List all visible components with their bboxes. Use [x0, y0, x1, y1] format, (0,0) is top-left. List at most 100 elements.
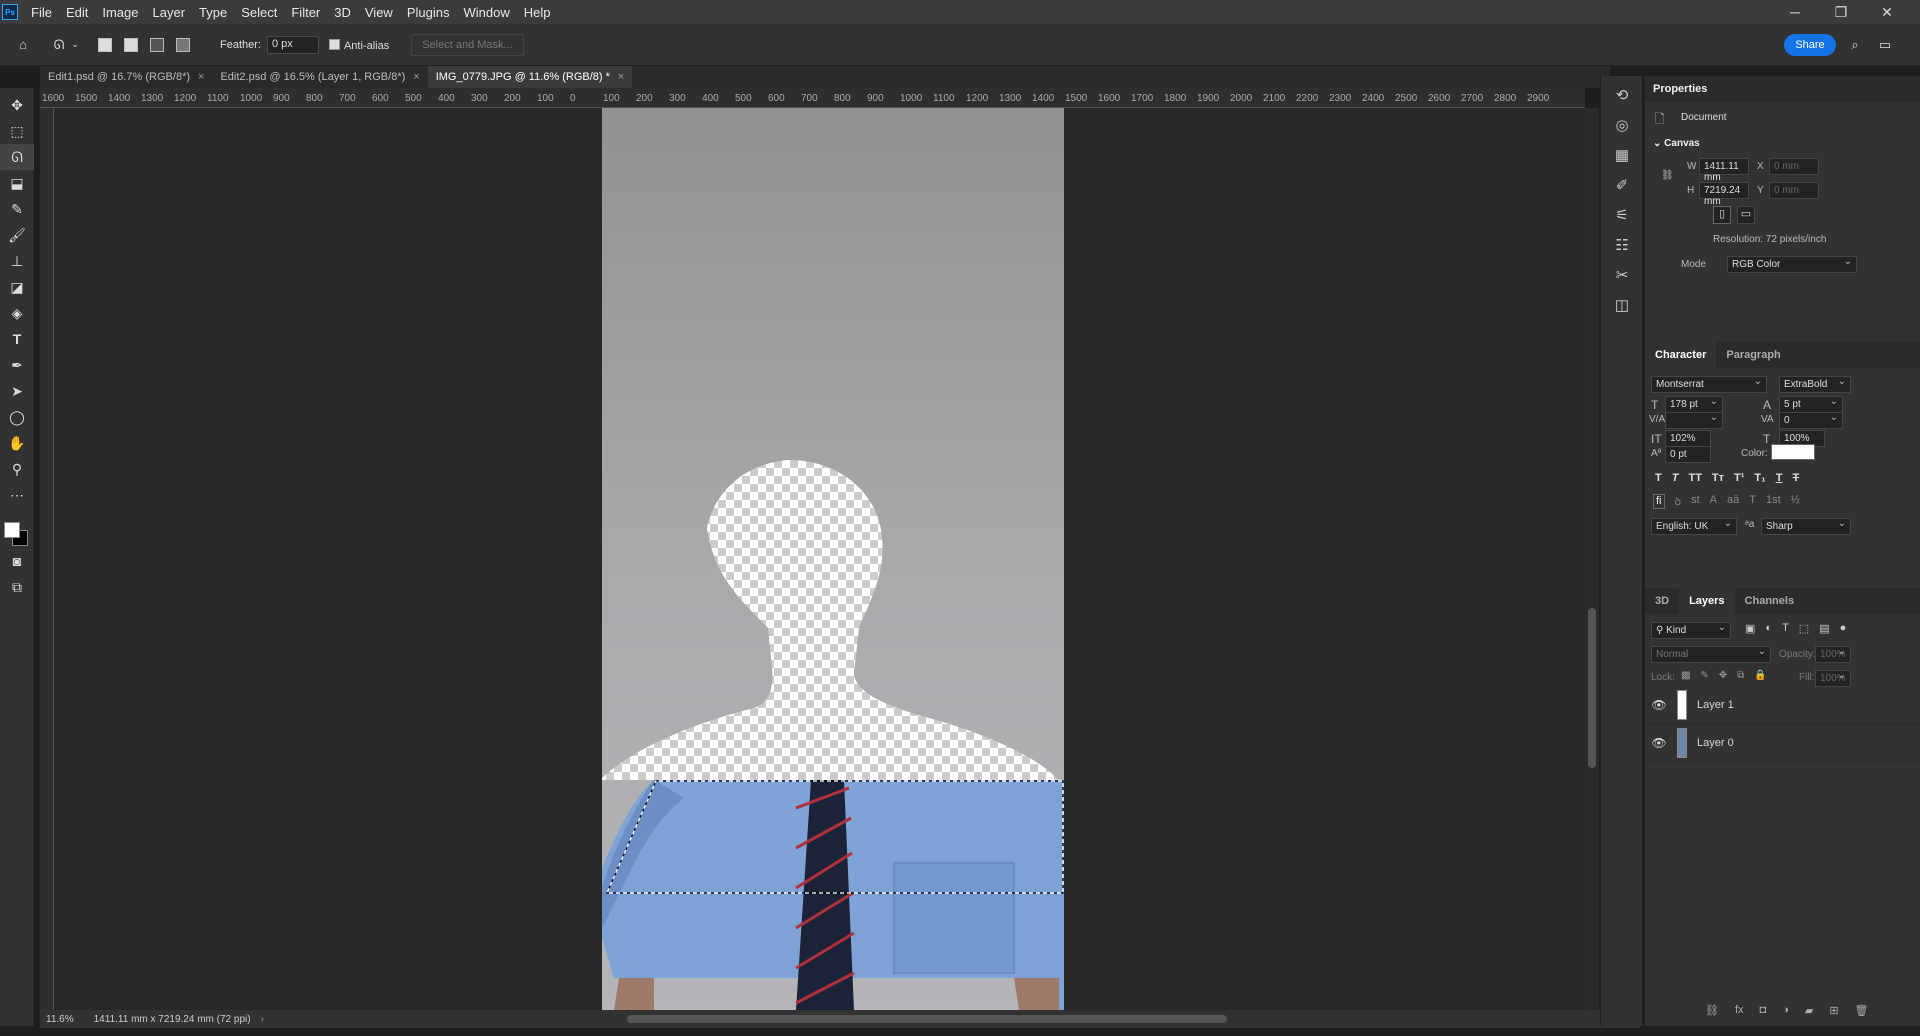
subscript-icon[interactable]: T₁	[1754, 472, 1765, 484]
titling-icon[interactable]: A	[1710, 494, 1717, 509]
intersect-selection-icon[interactable]	[176, 37, 190, 52]
lasso-tool-preset-icon[interactable]: ᘏ	[48, 34, 70, 56]
opacity-input[interactable]: 100%	[1815, 646, 1851, 663]
bucket-tool-icon[interactable]: ◈	[0, 300, 34, 326]
marquee-tool-icon[interactable]: ⬚	[0, 118, 34, 144]
lock-paint-icon[interactable]: ✎	[1700, 670, 1708, 681]
faux-italic-icon[interactable]: T	[1672, 472, 1679, 484]
new-adjustment-icon[interactable]: ◑	[1782, 1004, 1789, 1017]
type-tool-icon[interactable]: T	[0, 326, 34, 352]
portrait-orientation-icon[interactable]: ▯	[1713, 206, 1731, 224]
link-icon[interactable]: ⛓	[1661, 170, 1674, 181]
leading-input[interactable]: 5 pt	[1779, 396, 1843, 413]
fill-input[interactable]: 100%	[1815, 670, 1851, 687]
visibility-eye-icon[interactable]: 👁	[1645, 736, 1673, 750]
menu-file[interactable]: File	[24, 5, 59, 20]
canvas-area[interactable]	[54, 108, 1585, 1010]
width-input[interactable]: 1411.11 mm	[1699, 158, 1749, 183]
search-icon[interactable]: ⌕	[1844, 34, 1866, 56]
kerning-input[interactable]	[1665, 412, 1723, 429]
menu-type[interactable]: Type	[192, 5, 234, 20]
pixel-filter-icon[interactable]: ▣	[1745, 622, 1755, 635]
superscript-icon[interactable]: T¹	[1734, 472, 1744, 484]
tab-3d[interactable]: 3D	[1645, 588, 1679, 614]
antialias-select[interactable]: Sharp	[1761, 518, 1851, 535]
font-style-select[interactable]: ExtraBold	[1779, 376, 1851, 393]
move-tool-icon[interactable]: ✥	[0, 92, 34, 118]
menu-help[interactable]: Help	[517, 5, 558, 20]
tab-character[interactable]: Character	[1645, 342, 1717, 368]
ellipse-tool-icon[interactable]: ◯	[0, 404, 34, 430]
vertical-scale-input[interactable]: 102%	[1665, 430, 1711, 447]
x-input[interactable]: 0 mm	[1769, 158, 1819, 175]
menu-layer[interactable]: Layer	[146, 5, 193, 20]
visibility-eye-icon[interactable]: 👁	[1645, 698, 1673, 712]
checkbox-icon[interactable]	[328, 38, 340, 50]
add-mask-icon[interactable]: ◘	[1760, 1004, 1767, 1017]
fx-icon[interactable]: fx	[1735, 1004, 1744, 1017]
menu-view[interactable]: View	[358, 5, 400, 20]
lock-transparent-icon[interactable]: ▩	[1681, 670, 1690, 681]
shape-filter-icon[interactable]: ⬚	[1799, 622, 1809, 635]
new-selection-icon[interactable]	[98, 37, 112, 52]
layer-name[interactable]: Layer 0	[1697, 737, 1734, 749]
eyedropper-tool-icon[interactable]: ✎	[0, 196, 34, 222]
home-icon[interactable]: ⌂	[12, 34, 34, 56]
tracking-input[interactable]: 0	[1779, 412, 1843, 429]
eraser-tool-icon[interactable]: ◪	[0, 274, 34, 300]
brushes-icon[interactable]: ✐	[1601, 170, 1643, 200]
faux-bold-icon[interactable]: T	[1655, 472, 1662, 484]
close-button[interactable]: ✕	[1864, 0, 1910, 24]
lock-artboard-icon[interactable]: ⧉	[1737, 670, 1744, 681]
paths-icon[interactable]: ◫	[1601, 290, 1643, 320]
add-to-selection-icon[interactable]	[124, 37, 138, 52]
type-filter-icon[interactable]: T	[1782, 622, 1789, 635]
subtract-selection-icon[interactable]	[150, 37, 164, 52]
lock-position-icon[interactable]: ✥	[1719, 670, 1727, 681]
delete-layer-icon[interactable]: 🗑	[1855, 1004, 1869, 1017]
small-caps-icon[interactable]: Tт	[1712, 472, 1724, 484]
color-swatches[interactable]	[0, 508, 33, 548]
share-button[interactable]: Share	[1784, 34, 1836, 56]
zoom-level[interactable]: 11.6%	[46, 1014, 74, 1025]
all-caps-icon[interactable]: TT	[1688, 472, 1701, 484]
filter-toggle-icon[interactable]: ●	[1840, 622, 1847, 635]
tab-layers[interactable]: Layers	[1679, 588, 1735, 614]
pen-tool-icon[interactable]: ✒	[0, 352, 34, 378]
ligatures-icon[interactable]: fi	[1653, 494, 1665, 509]
swatches-icon[interactable]: ▦	[1601, 140, 1643, 170]
maximize-button[interactable]: ❐	[1818, 0, 1864, 24]
vertical-scrollbar[interactable]	[1585, 108, 1599, 1010]
chevron-down-icon[interactable]: ⌄	[70, 34, 80, 56]
minimize-button[interactable]: ─	[1772, 0, 1818, 24]
adjustments-icon[interactable]: ⚟	[1601, 200, 1643, 230]
y-input[interactable]: 0 mm	[1769, 182, 1819, 199]
smart-object-filter-icon[interactable]: ▤	[1819, 622, 1829, 635]
tab-paragraph[interactable]: Paragraph	[1716, 342, 1790, 368]
tab-edit2[interactable]: Edit2.psd @ 16.5% (Layer 1, RGB/8*) ×	[212, 66, 427, 88]
quick-mask-icon[interactable]: ◙	[0, 548, 34, 574]
libraries-icon[interactable]: ☷	[1601, 230, 1643, 260]
baseline-input[interactable]: 0 pt	[1665, 446, 1711, 463]
blend-mode-select[interactable]: Normal	[1651, 646, 1771, 663]
font-size-input[interactable]: 178 pt	[1665, 396, 1723, 413]
menu-filter[interactable]: Filter	[284, 5, 327, 20]
ordinals-icon[interactable]: 1st	[1766, 494, 1781, 509]
chevron-right-icon[interactable]: ›	[261, 1014, 264, 1025]
stylistic-icon[interactable]: T	[1749, 494, 1756, 509]
text-color-swatch[interactable]	[1771, 444, 1815, 460]
menu-plugins[interactable]: Plugins	[400, 5, 457, 20]
menu-image[interactable]: Image	[95, 5, 145, 20]
feather-input[interactable]: 0 px	[266, 35, 319, 54]
3d-icon[interactable]: ◎	[1601, 110, 1643, 140]
properties-header[interactable]: Properties	[1645, 76, 1920, 102]
strikethrough-icon[interactable]: T	[1792, 472, 1799, 484]
close-icon[interactable]: ×	[618, 71, 624, 83]
select-and-mask-button[interactable]: Select and Mask...	[411, 33, 524, 56]
document-canvas[interactable]	[54, 108, 1585, 1010]
canvas-section-label[interactable]: ⌄ Canvas	[1653, 138, 1700, 149]
height-input[interactable]: 7219.24 mm	[1699, 182, 1749, 207]
close-icon[interactable]: ×	[198, 71, 204, 83]
contextual-icon[interactable]: aā	[1727, 494, 1739, 509]
layer-row[interactable]: 👁 Layer 1	[1645, 686, 1920, 724]
